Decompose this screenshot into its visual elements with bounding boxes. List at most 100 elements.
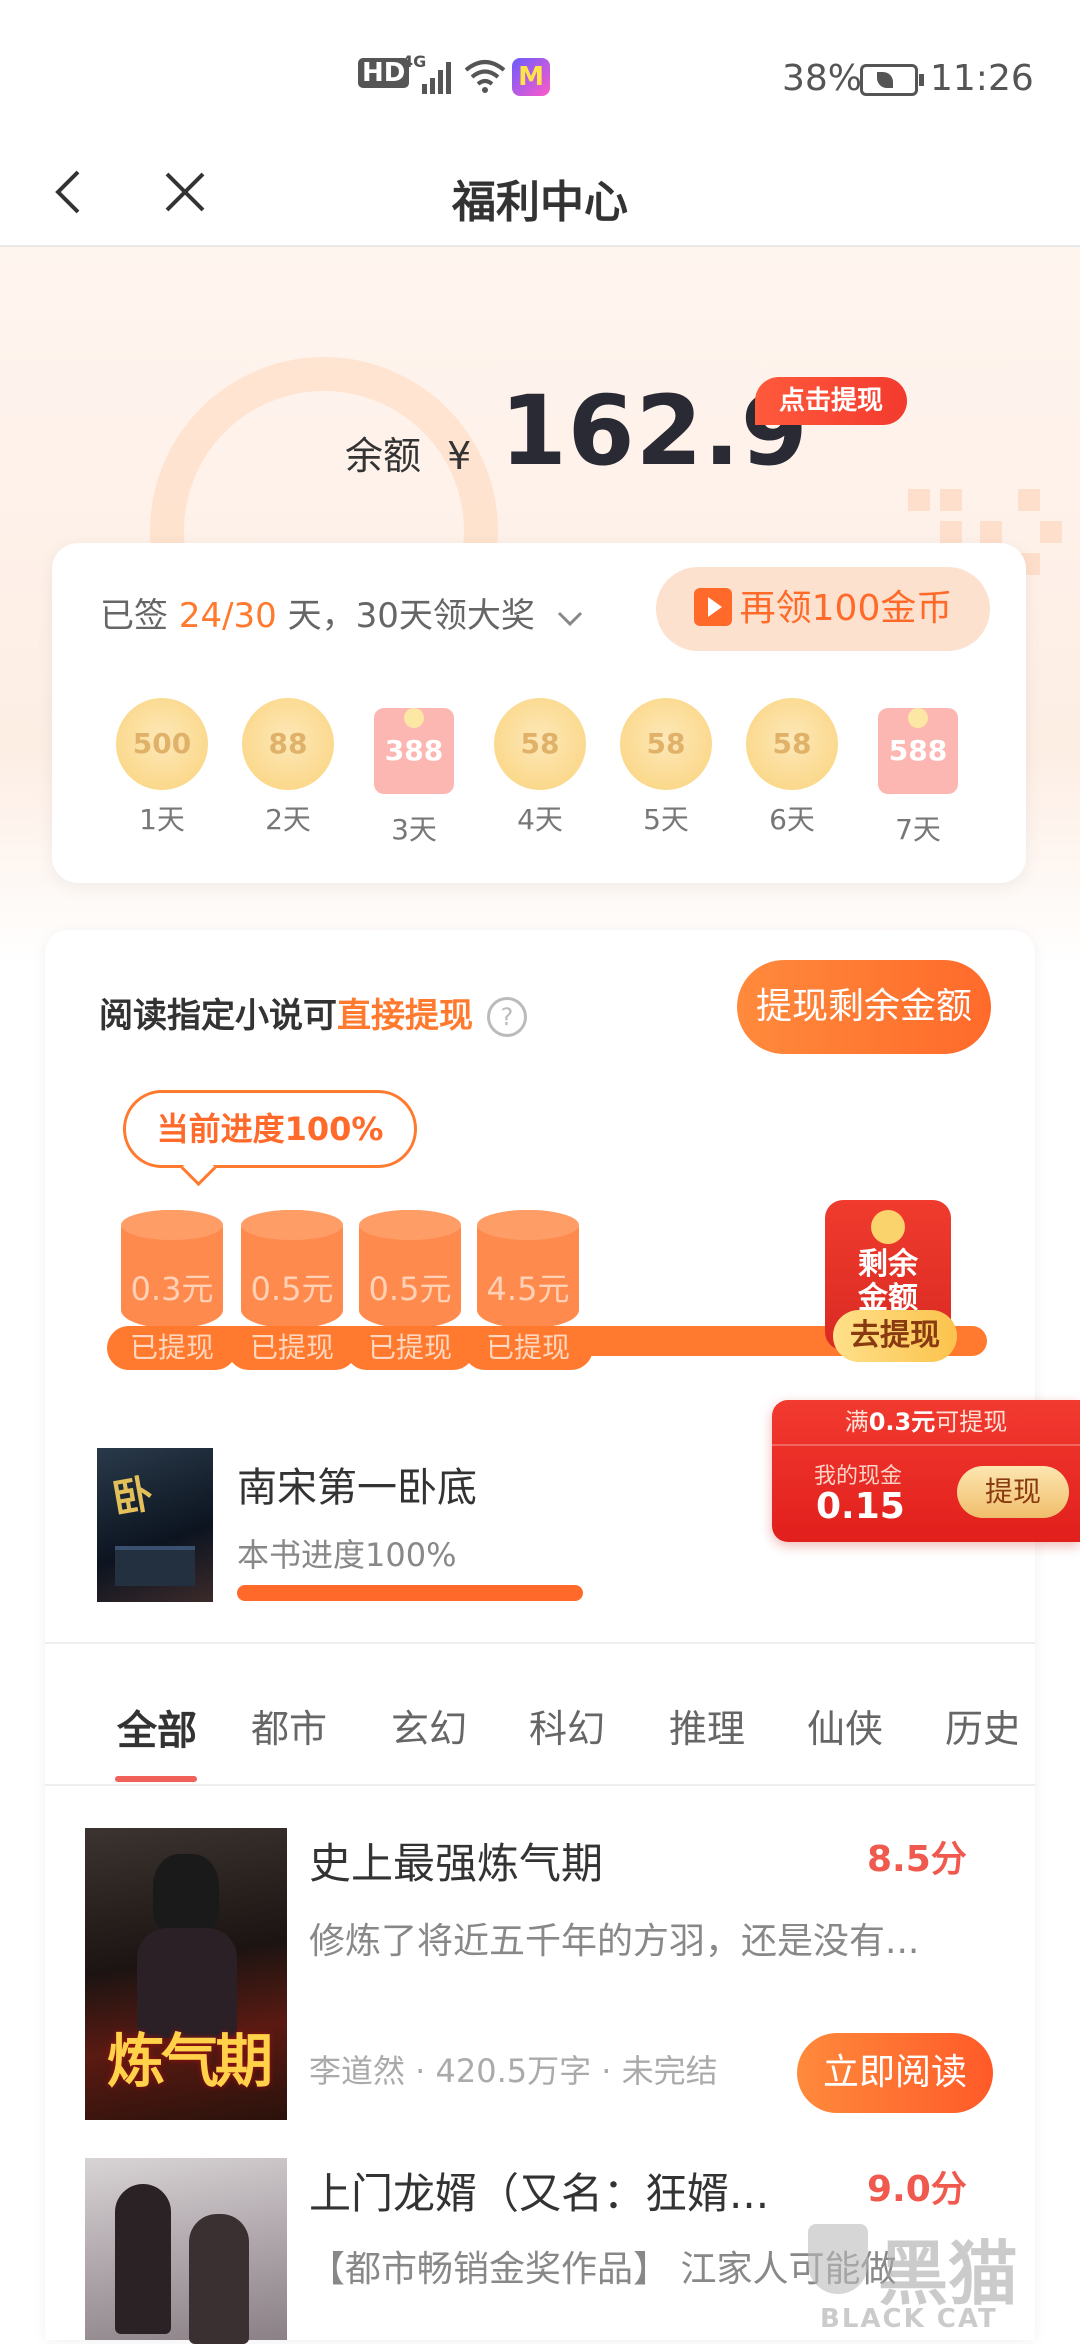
- reading-title-prefix: 阅读指定小说可: [99, 996, 337, 1036]
- reading-title: 阅读指定小说可直接提现?: [99, 988, 527, 1037]
- reading-reward-card: 阅读指定小说可直接提现? 提现剩余金额 当前进度100% 0.3元 已提现 0.…: [45, 930, 1035, 2344]
- signal-icon: 4G: [402, 52, 454, 96]
- tab-xianxia[interactable]: 仙侠: [807, 1698, 883, 1753]
- day-label: 7天: [895, 813, 941, 846]
- day-3: 388 3天: [368, 698, 460, 848]
- stage-amount: 0.5元: [250, 1270, 334, 1308]
- signin-card: 已签 24/30 天，30天领大奖 再领100金币 500 1天 88 2天 3…: [52, 543, 1026, 883]
- cash-threshold-suffix: 可提现: [935, 1408, 1008, 1436]
- chevron-down-icon: [556, 598, 584, 638]
- day-label: 6天: [769, 803, 815, 836]
- book-title[interactable]: 史上最强炼气期: [309, 1830, 603, 1891]
- book-progress-label: 本书进度100%: [237, 1536, 457, 1574]
- cover-building: [115, 1546, 195, 1586]
- decor-square: [1018, 489, 1040, 511]
- coin-reward: 88: [242, 698, 334, 790]
- nav-header: 福利中心: [0, 140, 1080, 247]
- book-cover[interactable]: [85, 2158, 287, 2344]
- coin-reward: 500: [116, 698, 208, 790]
- book-progress-bar: [237, 1585, 583, 1601]
- stage-4: 4.5元 已提现: [463, 1210, 593, 1370]
- coin-reward: 58: [494, 698, 586, 790]
- tab-scifi[interactable]: 科幻: [529, 1698, 605, 1753]
- battery-percent: 38%: [782, 58, 863, 99]
- signin-prefix: 已签: [100, 596, 168, 636]
- day-6: 58 6天: [746, 698, 838, 838]
- go-withdraw-button[interactable]: 去提现: [833, 1310, 957, 1362]
- status-bar: HD 4G M 38% 11:26: [0, 0, 1080, 140]
- cash-withdraw-button[interactable]: 提现: [957, 1466, 1069, 1518]
- cash-value: 0.15: [816, 1486, 905, 1527]
- divider: [45, 1642, 1035, 1644]
- coin-reward: 58: [620, 698, 712, 790]
- stage-status: 已提现: [107, 1326, 237, 1370]
- blackcat-watermark: 黑猫 BLACK CAT: [808, 2218, 1080, 2338]
- watermark-sub: BLACK CAT: [820, 2304, 998, 2334]
- extra-coin-button[interactable]: 再领100金币: [656, 567, 990, 651]
- book-title[interactable]: 南宋第一卧底: [237, 1455, 477, 1513]
- redpack-reward: 388: [374, 708, 454, 794]
- cylinder-top: [241, 1210, 343, 1240]
- tab-fantasy[interactable]: 玄幻: [391, 1698, 467, 1753]
- stage-amount: 0.3元: [130, 1270, 214, 1308]
- book-meta: 李道然 · 420.5万字 · 未完结: [309, 2052, 718, 2090]
- decor-square: [940, 521, 962, 543]
- signin-status[interactable]: 已签 24/30 天，30天领大奖: [100, 588, 584, 638]
- redpack-value: 588: [888, 734, 948, 767]
- day-5: 58 5天: [620, 698, 712, 838]
- extra-coin-label: 再领100金币: [739, 588, 953, 629]
- reading-title-highlight: 直接提现: [337, 996, 473, 1036]
- progress-bubble: 当前进度100%: [123, 1090, 417, 1168]
- balance-label: 余额 ¥: [345, 425, 471, 480]
- cash-widget[interactable]: 满0.3元可提现 我的现金 0.15 提现: [772, 1400, 1080, 1542]
- cylinder-top: [359, 1210, 461, 1240]
- redpack-reward: 588: [878, 708, 958, 794]
- day-2: 88 2天: [242, 698, 334, 838]
- cash-threshold-prefix: 满: [844, 1408, 869, 1436]
- balance-label-text: 余额: [345, 434, 422, 478]
- book-description: 修炼了将近五千年的方羽，还是没有...: [309, 1921, 920, 1962]
- book-title[interactable]: 上门龙婿（又名：狂婿...: [309, 2160, 769, 2221]
- book-cover[interactable]: 炼气期: [85, 1828, 287, 2120]
- cover-art: 卧: [109, 1470, 157, 1524]
- day-1: 500 1天: [116, 698, 208, 838]
- withdraw-rest-button[interactable]: 提现剩余金额: [737, 960, 991, 1054]
- book-score: 9.0分: [867, 2169, 967, 2210]
- book-score: 8.5分: [867, 1839, 967, 1880]
- stage-status: 已提现: [227, 1326, 357, 1370]
- tab-underline: [115, 1776, 197, 1782]
- read-now-button[interactable]: 立即阅读: [797, 2033, 993, 2113]
- cylinder-top: [477, 1210, 579, 1240]
- day-label: 5天: [643, 803, 689, 836]
- tab-history[interactable]: 历史: [945, 1698, 1017, 1750]
- tab-all[interactable]: 全部: [117, 1698, 197, 1756]
- tab-mystery[interactable]: 推理: [669, 1698, 745, 1753]
- stage-amount: 0.5元: [368, 1270, 452, 1308]
- day-label: 1天: [139, 803, 185, 836]
- cash-threshold: 满0.3元可提现: [772, 1400, 1080, 1446]
- redpack-value: 388: [384, 734, 444, 767]
- coin-reward: 58: [746, 698, 838, 790]
- battery-icon: [860, 64, 924, 96]
- wifi-icon: [464, 58, 506, 98]
- help-icon[interactable]: ?: [487, 997, 527, 1037]
- decor-square: [980, 521, 1002, 543]
- divider: [45, 1784, 1035, 1786]
- redpack-line1: 剩余: [858, 1247, 918, 1282]
- cylinder-top: [121, 1210, 223, 1240]
- decor-square: [940, 489, 962, 511]
- cash-threshold-amount: 0.3元: [868, 1408, 936, 1436]
- clock: 11:26: [930, 58, 1034, 99]
- book-cover[interactable]: 卧: [97, 1448, 213, 1602]
- redpack-seal: [871, 1210, 905, 1244]
- tab-history-clip: 历史: [945, 1698, 1017, 1750]
- decor-square: [908, 489, 930, 511]
- tab-urban[interactable]: 都市: [251, 1698, 327, 1753]
- cover-title-art: 炼气期: [106, 2027, 273, 2095]
- cover-figure: [153, 1854, 219, 1934]
- stage-2: 0.5元 已提现: [227, 1210, 357, 1370]
- day-label: 4天: [517, 803, 563, 836]
- withdraw-badge[interactable]: 点击提现: [755, 377, 907, 425]
- stage-1: 0.3元 已提现: [107, 1210, 237, 1370]
- decor-square: [1040, 521, 1062, 543]
